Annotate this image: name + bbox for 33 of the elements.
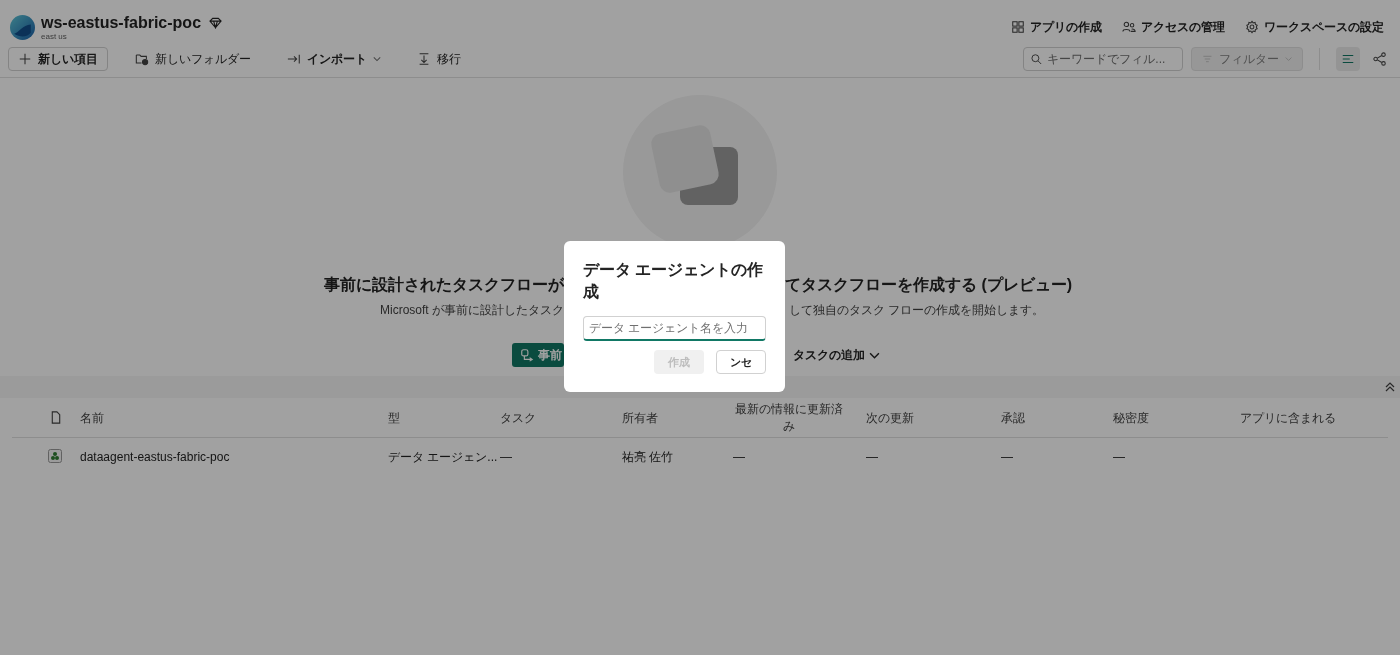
column-header: 所有者 — [622, 410, 658, 427]
add-task-button[interactable]: タスクの追加 — [793, 346, 880, 364]
column-header: 次の更新 — [866, 410, 914, 427]
empty-state-heading: 事前に設計されたタスクフローが — [324, 275, 564, 295]
column-header: 名前 — [80, 410, 104, 427]
table-cell: — — [500, 450, 512, 464]
column-header: 秘密度 — [1113, 410, 1149, 427]
empty-state-subtitle: Microsoft が事前に設計したタスク — [380, 302, 564, 319]
cancel-button[interactable]: ンセ — [716, 350, 766, 374]
table-cell: 祐亮 佐竹 — [622, 449, 674, 464]
table-cell: — — [866, 450, 878, 464]
table-cell: — — [733, 450, 745, 464]
header-action[interactable]: アプリの作成 — [1011, 18, 1102, 36]
column-header: 最新の情報に更新済み — [734, 400, 844, 435]
workspace-name: ws-eastus-fabric-poc — [41, 13, 223, 32]
column-header: タスク — [500, 410, 536, 427]
column-header: 型 — [388, 410, 400, 427]
header-action[interactable]: アクセスの管理 — [1122, 18, 1225, 36]
empty-state-subtitle: して独自のタスク フローの作成を開始します。 — [789, 302, 1045, 319]
header-action[interactable]: ワークスペースの設定 — [1245, 18, 1384, 36]
search-field[interactable]: キーワードでフィル... — [1023, 47, 1183, 71]
table-cell: — — [1001, 450, 1013, 464]
table-cell: — — [1113, 450, 1125, 464]
table-cell: データ エージェン... — [388, 449, 498, 464]
toolbar-button[interactable]: 新しい項目 — [8, 47, 108, 71]
column-header: 承認 — [1001, 410, 1025, 427]
primary-button[interactable]: 事前 — [512, 343, 564, 367]
column-header: アプリに含まれる — [1240, 410, 1336, 427]
workspace-region: east us — [41, 31, 68, 41]
table-cell[interactable]: dataagent-eastus-fabric-poc — [80, 450, 230, 464]
name-input-field[interactable]: データ エージェント名を入力 — [583, 316, 766, 341]
dialog-title: データ エージェントの作成 — [583, 260, 765, 302]
empty-state-heading: てタスクフローを作成する (プレビュー) — [785, 275, 1073, 295]
